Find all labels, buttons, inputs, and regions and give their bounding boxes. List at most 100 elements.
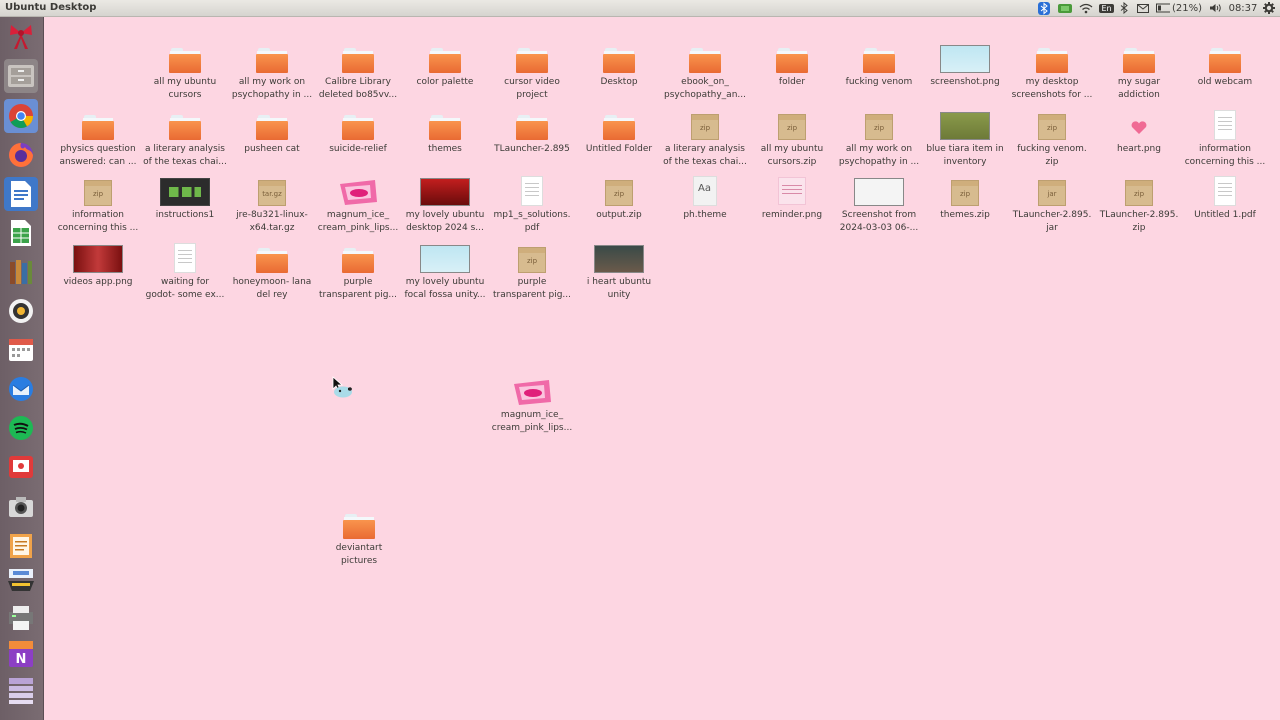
- launcher-firefox-icon[interactable]: [4, 138, 38, 172]
- desktop-icon-i6[interactable]: Desktop: [576, 40, 662, 106]
- battery-icon: [1156, 3, 1170, 13]
- desktop-icon-i47[interactable]: zip purple transparent pig...: [489, 240, 575, 306]
- desktop-icon-i45[interactable]: purple transparent pig...: [315, 240, 401, 306]
- desktop-icon-i32[interactable]: my lovely ubuntu desktop 2024 s...: [402, 173, 488, 239]
- desktop-icon-i37[interactable]: Screenshot from 2024-03-03 06-...: [836, 173, 922, 239]
- wifi-icon[interactable]: [1078, 1, 1094, 15]
- desktop-icon-i41[interactable]: Untitled 1.pdf: [1182, 173, 1268, 239]
- desktop-icon-i35[interactable]: Aa ph.theme: [662, 173, 748, 239]
- desktop-icon-i50[interactable]: deviantart pictures: [316, 506, 402, 572]
- desktop-icon-i26[interactable]: heart.png: [1096, 107, 1182, 173]
- desktop-icon-i27[interactable]: information concerning this ...: [1182, 107, 1268, 173]
- desktop-icon-i12[interactable]: my sugar addiction: [1096, 40, 1182, 106]
- desktop-icon-i18[interactable]: themes: [402, 107, 488, 173]
- desktop-icon-i38[interactable]: zip themes.zip: [922, 173, 1008, 239]
- desktop-icon-i25[interactable]: zip fucking venom. zip: [1009, 107, 1095, 173]
- desktop-icon-i15[interactable]: a literary analysis of the texas chai...: [142, 107, 228, 173]
- session-gear-icon[interactable]: [1262, 1, 1276, 15]
- desktop-icon-i24[interactable]: blue tiara item in inventory: [922, 107, 1008, 173]
- image-thumbnail-icon: [420, 178, 470, 206]
- launcher-calc-icon[interactable]: [4, 216, 38, 250]
- label-line-1: my desktop: [1025, 77, 1079, 87]
- desktop-icon-i46[interactable]: my lovely ubuntu focal fossa unity...: [402, 240, 488, 306]
- desktop-icon-i19[interactable]: TLauncher-2.895: [489, 107, 575, 173]
- launcher-trash-icon[interactable]: [4, 673, 38, 707]
- bluetooth-indicator-icon[interactable]: [1037, 1, 1051, 15]
- desktop-icon-i30[interactable]: tar.gz jre-8u321-linux-x64.tar.gz: [229, 173, 315, 239]
- clock[interactable]: 08:37: [1228, 1, 1258, 15]
- zip-archive-icon: zip: [605, 180, 633, 206]
- launcher-files-icon[interactable]: [4, 59, 38, 93]
- desktop-icon-i16[interactable]: pusheen cat: [229, 107, 315, 173]
- desktop-icon-thumb: [689, 40, 721, 74]
- desktop-icon-i20[interactable]: Untitled Folder: [576, 107, 662, 173]
- desktop-icon-i29[interactable]: instructions1: [142, 173, 228, 239]
- launcher-writer-icon[interactable]: [4, 177, 38, 211]
- zip-archive-icon: zip: [951, 180, 979, 206]
- desktop-icon-i36[interactable]: reminder.png: [749, 173, 835, 239]
- desktop-icon-i43[interactable]: waiting for godot- some ex...: [142, 240, 228, 306]
- label-line-1: deviantart: [335, 543, 383, 553]
- launcher-thunderbird-icon[interactable]: [4, 372, 38, 406]
- desktop-icon-i28[interactable]: zip information concerning this ...: [55, 173, 141, 239]
- launcher-onenote-icon[interactable]: N: [4, 637, 38, 671]
- desktop-icon-i40[interactable]: zip TLauncher-2.895. zip: [1096, 173, 1182, 239]
- desktop-icon-i22[interactable]: zip all my ubuntu cursors.zip: [749, 107, 835, 173]
- desktop-icon-label: blue tiara item in inventory: [923, 143, 1007, 168]
- desktop-icon-label: jre-8u321-linux-x64.tar.gz: [230, 209, 314, 234]
- launcher-notes-icon[interactable]: [4, 529, 38, 563]
- launcher-printer-icon[interactable]: [4, 601, 38, 635]
- desktop-icon-thumb: [342, 40, 374, 74]
- label-line-1: reminder.png: [761, 210, 823, 220]
- desktop-icon-i17[interactable]: suicide-relief: [315, 107, 401, 173]
- desktop-icon-i39[interactable]: jar TLauncher-2.895. jar: [1009, 173, 1095, 239]
- desktop-icon-label: videos app.png: [56, 276, 140, 289]
- launcher-scanner-icon[interactable]: [4, 565, 38, 599]
- launcher-screencast-icon[interactable]: [4, 450, 38, 484]
- desktop-icon-i14[interactable]: physics question answered: can ...: [55, 107, 141, 173]
- desktop-icon-i9[interactable]: fucking venom: [836, 40, 922, 106]
- mail-icon[interactable]: [1135, 1, 1151, 15]
- launcher-camera-icon[interactable]: [4, 490, 38, 524]
- launcher-ribbon-icon[interactable]: [4, 19, 38, 53]
- launcher-rhythmbox-icon[interactable]: [4, 294, 38, 328]
- launcher-chrome-icon[interactable]: [4, 99, 38, 133]
- sync-indicator-icon[interactable]: [1057, 1, 1073, 15]
- desktop-icon-thumb: [940, 107, 990, 141]
- desktop-icon-i33[interactable]: mp1_s_solutions. pdf: [489, 173, 575, 239]
- desktop-icon-i7[interactable]: ebook_on_ psychopathy_an...: [662, 40, 748, 106]
- desktop-icon-thumb: jar: [1038, 173, 1066, 207]
- label-line-1: all my ubuntu: [153, 77, 217, 87]
- desktop-icon-i31[interactable]: magnum_ice_ cream_pink_lips...: [315, 173, 401, 239]
- desktop-icon-i34[interactable]: zip output.zip: [576, 173, 662, 239]
- desktop-icon-i3[interactable]: Calibre Library deleted bo85vv...: [315, 40, 401, 106]
- desktop-icon-i42[interactable]: videos app.png: [55, 240, 141, 306]
- battery-indicator[interactable]: (21%): [1156, 1, 1202, 15]
- desktop-icon-i2[interactable]: all my work on psychopathy in ...: [229, 40, 315, 106]
- top-panel: Ubuntu Desktop En (21%) 08:37: [0, 0, 1280, 17]
- desktop-icon-i4[interactable]: color palette: [402, 40, 488, 106]
- desktop-icon-i1[interactable]: all my ubuntu cursors: [142, 40, 228, 106]
- launcher-calendar-icon[interactable]: [4, 333, 38, 367]
- launcher-spotify-icon[interactable]: [4, 411, 38, 445]
- launcher-books-icon[interactable]: [4, 255, 38, 289]
- desktop-icon-i10[interactable]: screenshot.png: [922, 40, 1008, 106]
- desktop-icon-i8[interactable]: folder: [749, 40, 835, 106]
- desktop-icon-label: pusheen cat: [230, 143, 314, 156]
- desktop-icon-i44[interactable]: honeymoon- lana del rey: [229, 240, 315, 306]
- cursor-fish-icon: [333, 383, 355, 403]
- desktop-icon-i5[interactable]: cursor video project: [489, 40, 575, 106]
- desktop-icon-i21[interactable]: zip a literary analysis of the texas chai.…: [662, 107, 748, 173]
- desktop-icon-i49[interactable]: magnum_ice_ cream_pink_lips...: [489, 373, 575, 439]
- desktop-icon-i48[interactable]: i heart ubuntu unity: [576, 240, 662, 306]
- keyboard-layout-indicator[interactable]: En: [1099, 1, 1114, 15]
- desktop-icon-i23[interactable]: zip all my work on psychopathy in ...: [836, 107, 922, 173]
- desktop-icon-i11[interactable]: my desktop screenshots for ...: [1009, 40, 1095, 106]
- bluetooth-icon[interactable]: [1118, 1, 1130, 15]
- desktop-icon-thumb: [603, 107, 635, 141]
- volume-icon[interactable]: [1208, 1, 1222, 15]
- desktop-icon-i13[interactable]: old webcam: [1182, 40, 1268, 106]
- label-line-1: ebook_on_: [681, 77, 729, 87]
- desktop-icon-label: Untitled 1.pdf: [1183, 209, 1267, 222]
- document-icon: [1214, 110, 1236, 140]
